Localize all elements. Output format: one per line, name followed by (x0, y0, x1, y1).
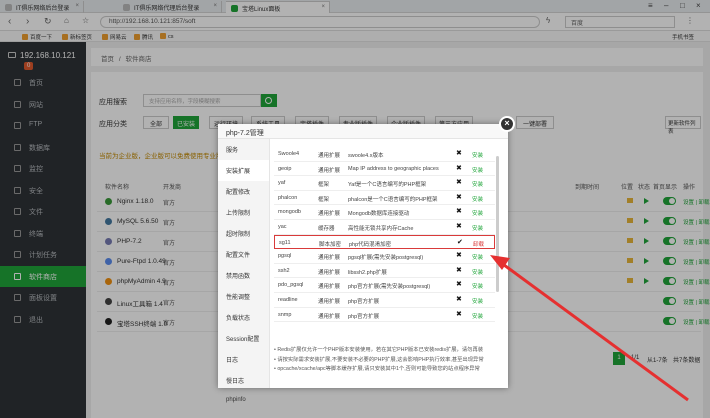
arrow-shaft (499, 260, 689, 402)
annotation-arrow (490, 255, 689, 402)
screen: IT俱乐网络后台登录 × IT俱乐网络代理后台登录 × 宝塔Linux面板 × ≡ –… (0, 0, 710, 418)
